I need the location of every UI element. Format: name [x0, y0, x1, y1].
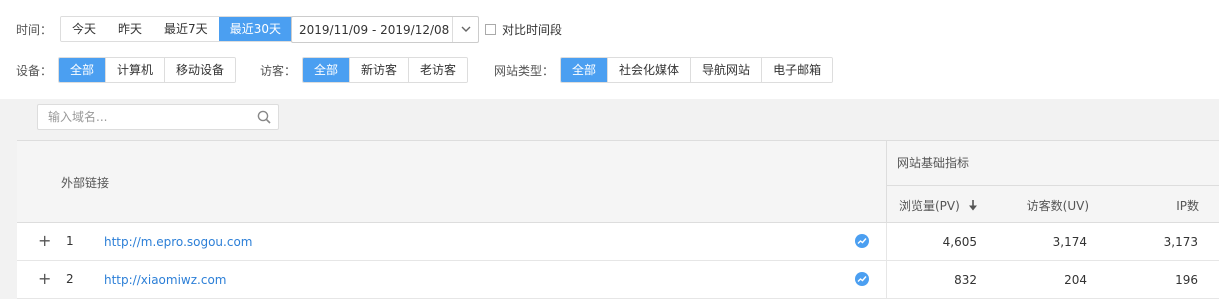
table-row: + 1 http://m.epro.sogou.com 4,605 3,174 … — [17, 223, 1219, 261]
visitor-filter-label: 访客： — [260, 63, 297, 78]
site-type-option-email[interactable]: 电子邮箱 — [761, 58, 833, 82]
time-options: 今天 昨天 最近7天 最近30天 — [60, 16, 293, 42]
chevron-down-icon[interactable] — [452, 17, 478, 42]
table-header: 外部链接 网站基础指标 浏览量(PV) 访客数(UV) IP数 — [17, 141, 1219, 223]
device-filter-label: 设备： — [16, 63, 53, 78]
date-range-picker[interactable]: 2019/11/09 - 2019/12/08 — [291, 16, 479, 43]
device-option-all[interactable]: 全部 — [59, 58, 106, 82]
table-row: + 2 http://xiaomiwz.com 832 204 196 — [17, 261, 1219, 299]
row-url-link[interactable]: http://m.epro.sogou.com — [104, 235, 252, 249]
compare-label: 对比时间段 — [502, 23, 563, 37]
device-filter: 设备： 全部 计算机 移动设备 — [16, 57, 237, 83]
date-range-value: 2019/11/09 - 2019/12/08 — [299, 22, 450, 37]
device-option-mobile[interactable]: 移动设备 — [164, 58, 236, 82]
col-pv[interactable]: 浏览量(PV) — [899, 197, 978, 214]
col-pv-label: 浏览量(PV) — [899, 199, 960, 213]
row-index: 1 — [66, 234, 74, 248]
metrics-group-title: 网站基础指标 — [897, 156, 970, 170]
visitor-options: 全部 新访客 老访客 — [302, 57, 469, 83]
referrer-table: 外部链接 网站基础指标 浏览量(PV) 访客数(UV) IP数 + 1 http… — [17, 140, 1219, 299]
column-divider — [886, 223, 887, 261]
plus-icon[interactable]: + — [38, 233, 51, 249]
trend-icon[interactable] — [855, 234, 869, 248]
device-option-computer[interactable]: 计算机 — [105, 58, 165, 82]
visitor-option-returning[interactable]: 老访客 — [408, 58, 468, 82]
row-index: 2 — [66, 272, 74, 286]
sort-down-icon[interactable] — [968, 200, 978, 211]
site-type-options: 全部 社会化媒体 导航网站 电子邮箱 — [560, 57, 834, 83]
row-ip: 3,173 — [1163, 235, 1198, 249]
domain-search-input[interactable] — [38, 106, 250, 128]
time-option-last30[interactable]: 最近30天 — [218, 17, 292, 41]
metrics-subheader: 浏览量(PV) 访客数(UV) IP数 — [887, 185, 1219, 222]
column-divider — [886, 261, 887, 299]
col-external-link: 外部链接 — [61, 176, 110, 190]
device-options: 全部 计算机 移动设备 — [58, 57, 237, 83]
row-uv: 3,174 — [1052, 235, 1087, 249]
time-filter-row: 时间： 今天 昨天 最近7天 最近30天 — [16, 16, 293, 42]
visitor-option-all[interactable]: 全部 — [303, 58, 350, 82]
site-type-filter: 网站类型： 全部 社会化媒体 导航网站 电子邮箱 — [494, 57, 834, 83]
site-type-option-navigation[interactable]: 导航网站 — [690, 58, 762, 82]
compare-toggle[interactable]: 对比时间段 — [485, 21, 562, 38]
row-ip: 196 — [1175, 273, 1198, 287]
time-filter-label: 时间： — [16, 22, 53, 37]
row-pv: 832 — [954, 273, 977, 287]
site-type-filter-label: 网站类型： — [494, 63, 555, 78]
row-url-link[interactable]: http://xiaomiwz.com — [104, 273, 226, 287]
time-option-last7[interactable]: 最近7天 — [153, 17, 219, 41]
col-uv[interactable]: 访客数(UV) — [1027, 197, 1089, 214]
site-type-option-social[interactable]: 社会化媒体 — [607, 58, 691, 82]
col-ip[interactable]: IP数 — [1176, 197, 1199, 214]
compare-checkbox[interactable] — [485, 24, 496, 35]
site-type-option-all[interactable]: 全部 — [561, 58, 608, 82]
plus-icon[interactable]: + — [38, 271, 51, 287]
time-option-today[interactable]: 今天 — [61, 17, 108, 41]
metrics-group-header: 网站基础指标 浏览量(PV) 访客数(UV) IP数 — [886, 141, 1219, 223]
row-pv: 4,605 — [942, 235, 977, 249]
domain-search-box — [37, 104, 279, 130]
trend-icon[interactable] — [855, 272, 869, 286]
visitor-filter: 访客： 全部 新访客 老访客 — [260, 57, 469, 83]
row-uv: 204 — [1064, 273, 1087, 287]
search-icon[interactable] — [250, 110, 278, 124]
time-option-yesterday[interactable]: 昨天 — [107, 17, 154, 41]
visitor-option-new[interactable]: 新访客 — [349, 58, 409, 82]
